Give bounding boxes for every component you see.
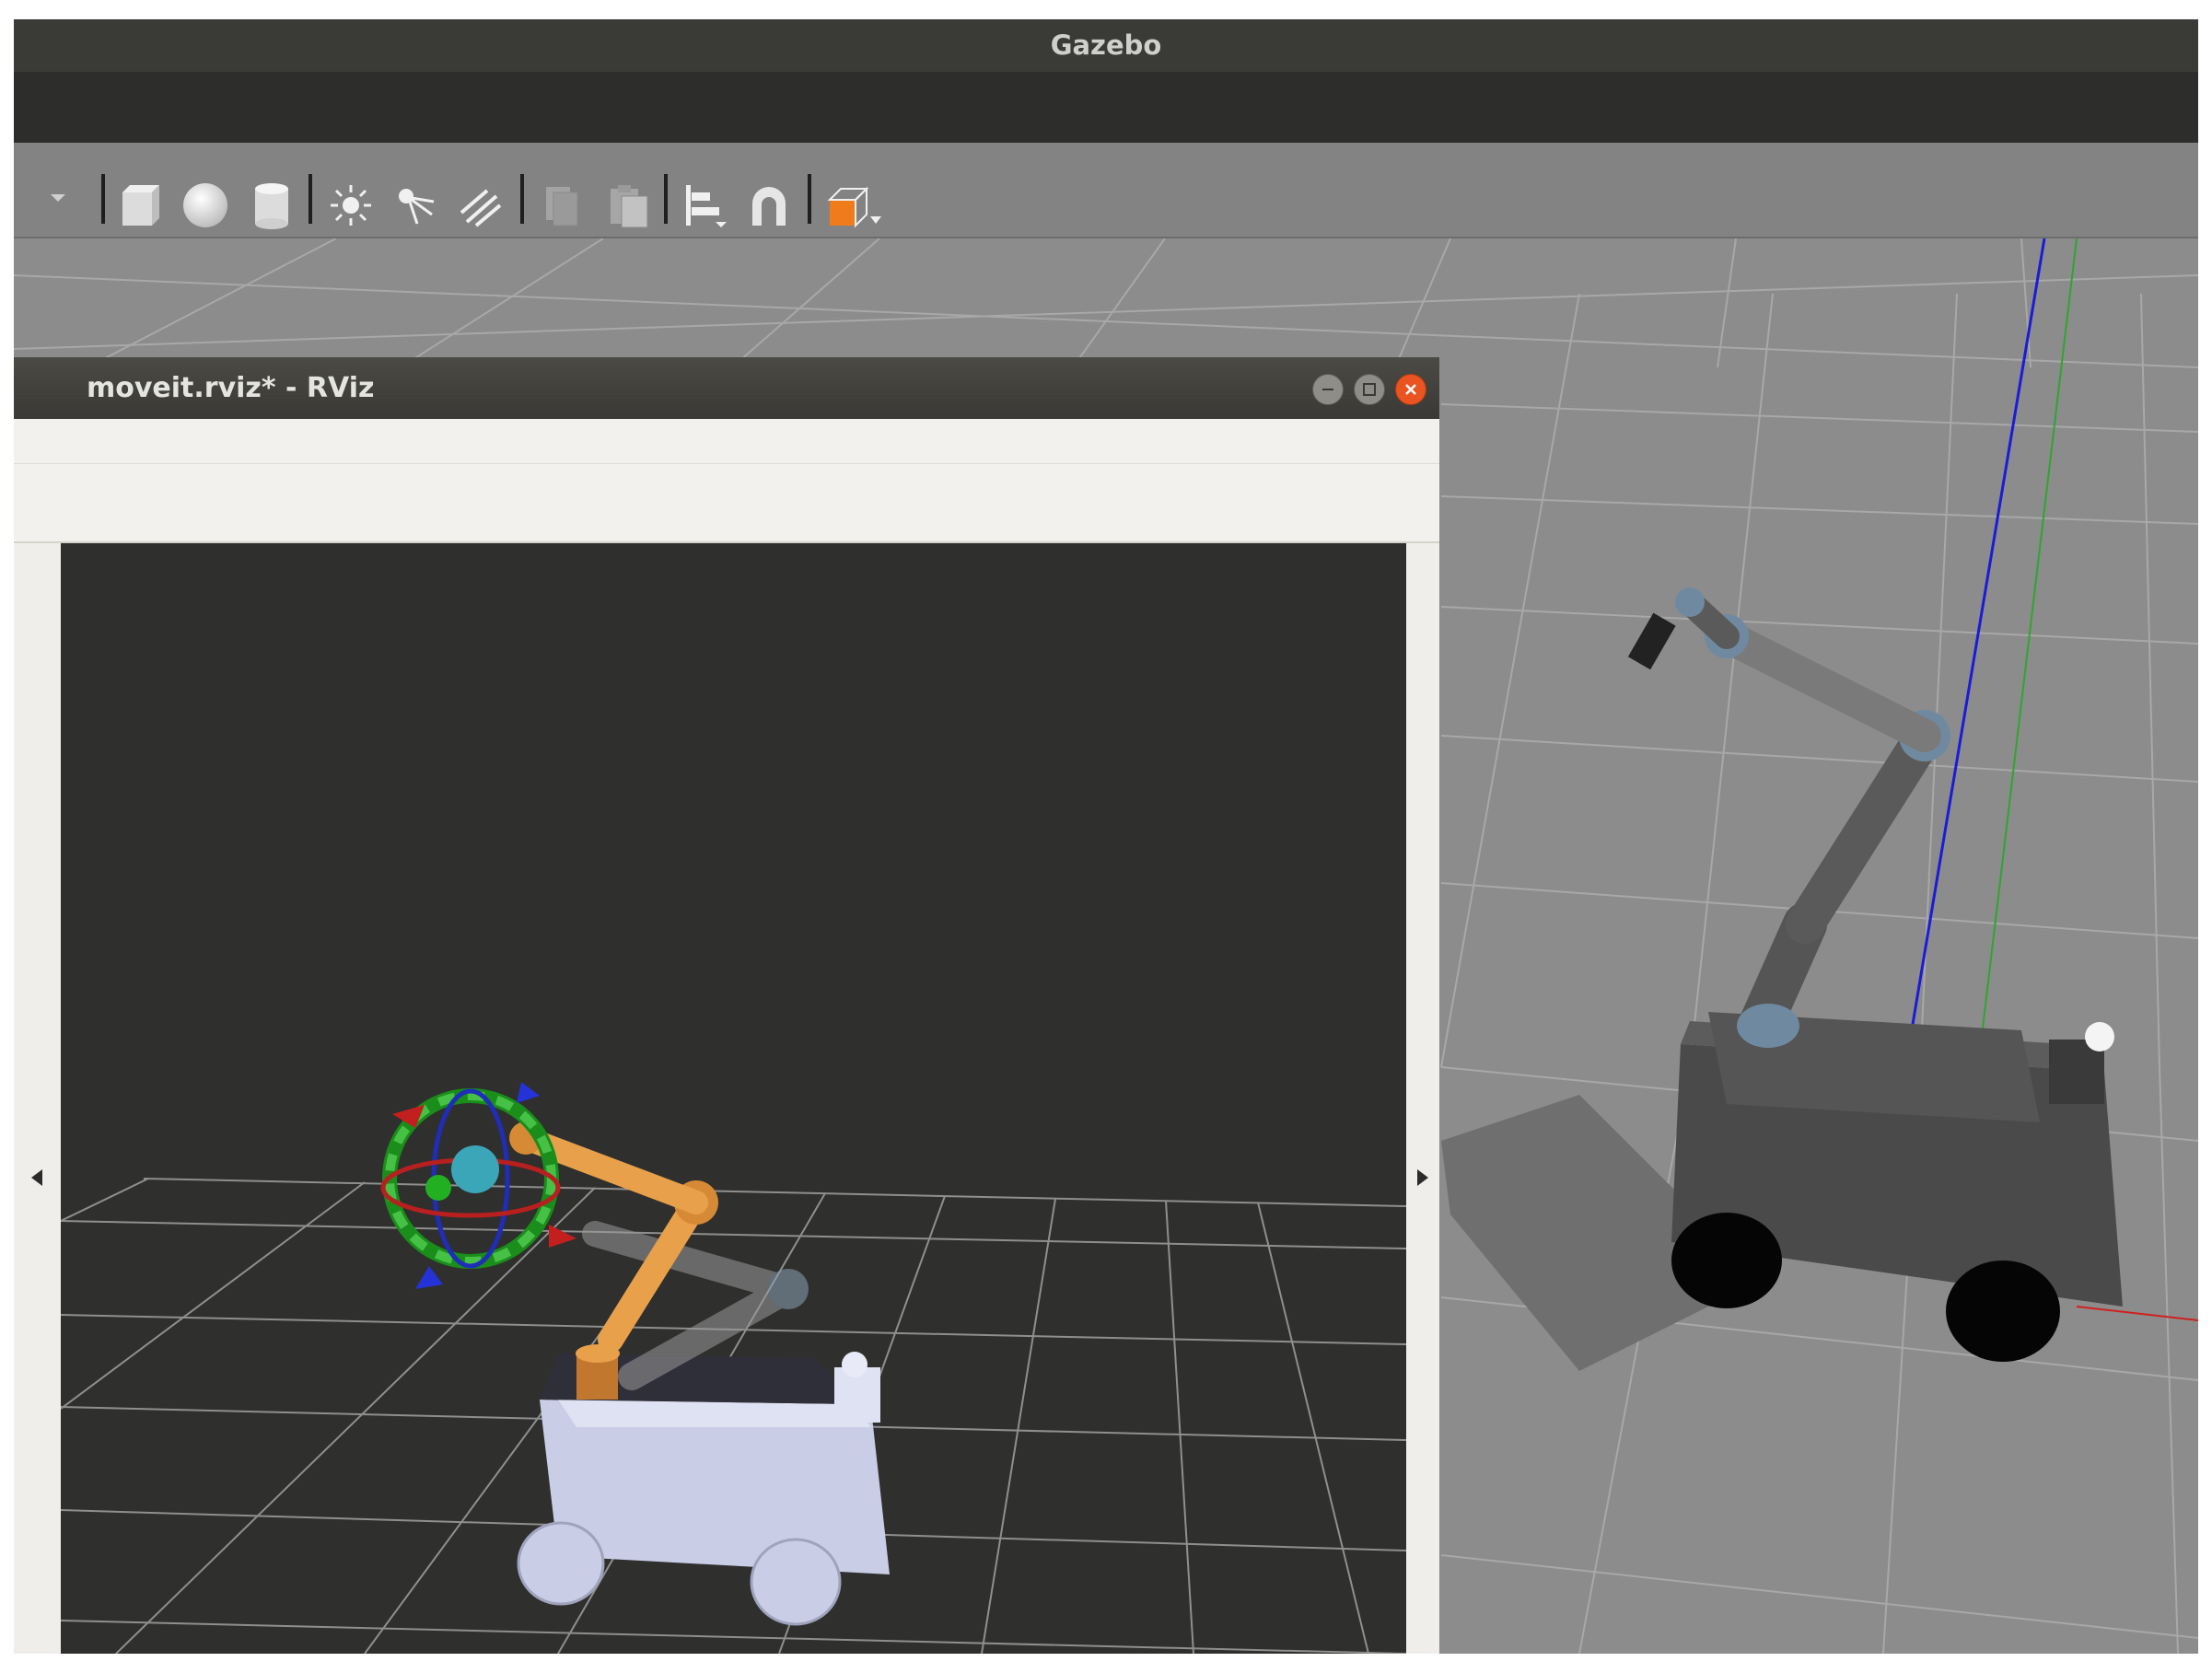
toolbar-separator	[101, 174, 105, 224]
maximize-icon	[1363, 383, 1376, 396]
expand-left-panel-icon[interactable]	[29, 1168, 44, 1188]
dropdown-arrow-icon[interactable]	[47, 191, 69, 205]
left-panel-collapsed	[14, 543, 61, 1654]
sphere-icon[interactable]	[180, 180, 231, 231]
close-button[interactable]	[1395, 374, 1426, 405]
copy-icon[interactable]	[537, 180, 588, 231]
minimize-icon	[1322, 389, 1333, 390]
paste-icon[interactable]	[603, 180, 655, 231]
gazebo-toolbar	[14, 143, 2198, 238]
align-icon[interactable]	[679, 180, 730, 231]
right-panel-collapsed	[1406, 543, 1439, 1654]
snap-icon[interactable]	[743, 180, 795, 231]
view-angle-icon[interactable]	[821, 180, 887, 231]
directional-light-icon[interactable]	[454, 180, 506, 231]
point-light-icon[interactable]	[325, 180, 377, 231]
toolbar-separator	[309, 174, 312, 224]
expand-right-panel-icon[interactable]	[1415, 1168, 1430, 1188]
toolbar-separator	[664, 174, 668, 224]
rviz-window-title: moveit.rviz* - RViz	[87, 372, 375, 404]
gazebo-window-title: Gazebo	[1050, 29, 1162, 61]
toolbar-separator	[808, 174, 811, 224]
rviz-3d-view[interactable]	[61, 543, 1406, 1654]
rviz-window: moveit.rviz* - RViz	[14, 357, 1439, 1654]
gazebo-titlebar[interactable]: Gazebo	[14, 19, 2198, 72]
maximize-button[interactable]	[1354, 374, 1385, 405]
cylinder-icon[interactable]	[246, 180, 297, 231]
rviz-titlebar[interactable]: moveit.rviz* - RViz	[14, 357, 1439, 419]
gazebo-menubar	[14, 72, 2198, 143]
box-icon[interactable]	[115, 180, 167, 231]
close-icon	[1405, 384, 1416, 395]
rviz-toolbar	[14, 464, 1439, 543]
toolbar-separator	[520, 174, 524, 224]
spot-light-icon[interactable]	[390, 180, 441, 231]
rviz-menubar	[14, 419, 1439, 464]
minimize-button[interactable]	[1312, 374, 1344, 405]
